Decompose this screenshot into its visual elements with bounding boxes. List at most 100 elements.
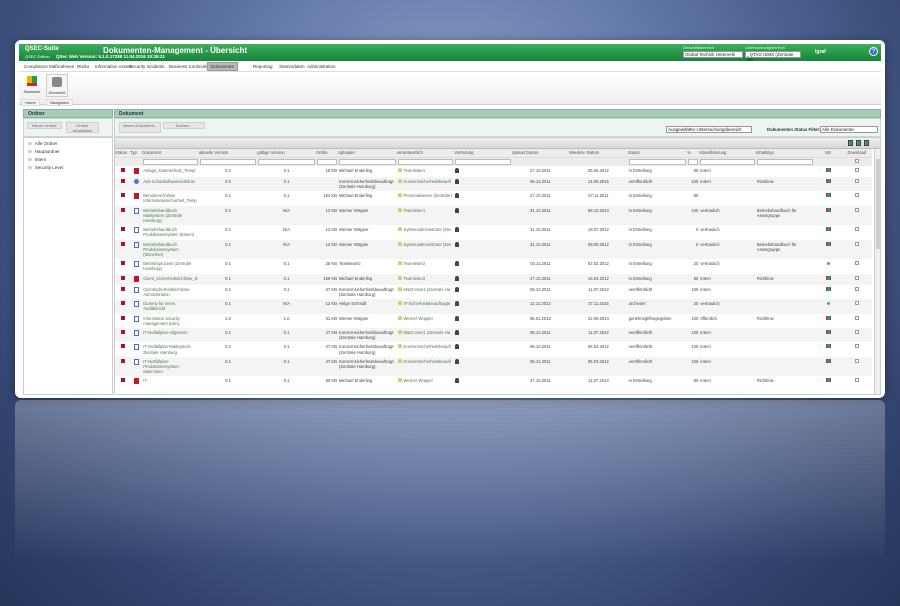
table-row[interactable]: Clientsicherheitsrichtlinie-Administrati… [115, 285, 872, 299]
responsible[interactable]: Teamleiter2 [397, 259, 455, 273]
responsible[interactable]: Teamleiter1 [397, 166, 455, 177]
download-checkbox[interactable] [854, 261, 859, 266]
new-folder-button[interactable]: Neuer Ordner [27, 122, 62, 129]
table-row[interactable]: IT-Notfallplan-Allgemein 0.1 0.1 27 KB Konze… [115, 327, 872, 343]
document-name[interactable]: Benutzerrichtlinie Informationssicherhei… [142, 191, 199, 205]
person-icon[interactable] [455, 329, 460, 335]
document-name[interactable]: Betriebshandbuch Produktionssystem (Münc… [142, 239, 199, 260]
column-filter-input[interactable] [143, 158, 198, 165]
download-checkbox[interactable] [854, 378, 859, 383]
column-filter-input[interactable] [756, 158, 814, 165]
download-checkbox[interactable] [854, 207, 859, 212]
person-icon[interactable] [455, 167, 460, 173]
download-checkbox[interactable] [854, 315, 859, 320]
responsible[interactable]: Konzernsicherheitsbeauft [396, 176, 455, 192]
column-filter-input[interactable] [397, 158, 454, 165]
responsible[interactable]: Personalwesen (Zentrale I [397, 191, 455, 205]
search-button[interactable]: Suchen... [163, 122, 205, 129]
menu-item-7[interactable]: Reporting [250, 63, 276, 70]
column-header[interactable]: Klassifizierung [699, 149, 756, 158]
person-icon[interactable] [455, 207, 460, 213]
menu-item-4[interactable]: Security Incidents [126, 63, 168, 70]
person-icon[interactable] [455, 286, 460, 292]
column-filter-input[interactable] [316, 158, 338, 165]
tree-item[interactable]: ⊞ Hauptordner [24, 149, 112, 157]
responsible[interactable]: Konzernsicherheitsbeauft [396, 356, 455, 377]
column-header[interactable]: Verantwortlich [396, 149, 455, 158]
download-checkbox[interactable] [854, 178, 859, 183]
download-checkbox[interactable] [854, 167, 859, 172]
uebersicht-button[interactable]: Übersicht [46, 74, 68, 97]
scrollbar-thumb[interactable] [876, 159, 880, 249]
menu-item-5[interactable]: Business Continuity [166, 63, 212, 70]
table-row[interactable]: IT- 0.1 0.1 50 KB Michael Enderling Werner Wü… [115, 376, 872, 387]
responsible[interactable]: Teamleiter1 [396, 205, 455, 226]
area-select[interactable]: Ausgewählter Untersuchungsbereich [666, 126, 752, 133]
table-row[interactable]: Information security management policy 1.… [115, 314, 872, 328]
table-row[interactable]: Betriebsprozess (Zentrale Hamburg) 0.1 0.1… [115, 259, 872, 273]
document-name[interactable]: IT-Notfallplan-Produktionssystem-Muenche… [142, 356, 199, 377]
select-all-checkbox[interactable] [854, 158, 859, 163]
menu-item-6[interactable]: Dokumente [207, 62, 239, 71]
help-icon[interactable]: ? [869, 47, 878, 56]
document-name[interactable]: IT-Notfallplan-Mailsystem-Zentrale Hambu… [142, 342, 199, 356]
person-icon[interactable] [455, 193, 460, 199]
person-icon[interactable] [455, 378, 460, 384]
responsible[interactable]: Systemadministrator (Zen [396, 239, 455, 260]
document-name[interactable]: Betriebsprozess (Zentrale Hamburg) [142, 259, 199, 273]
table-row[interactable]: Betriebshandbuch Produktionssystem (Esse… [115, 225, 872, 239]
ub-select[interactable]: _QTAG ISMS (Zentrale Ha [745, 51, 801, 62]
download-checkbox[interactable] [854, 286, 859, 291]
responsible[interactable]: Systemadministrator (Zen [397, 225, 455, 239]
column-header[interactable]: Status [627, 149, 688, 158]
refresh-icon[interactable] [864, 140, 869, 146]
table-row[interactable]: Benutzerrichtlinie Informationssicherhei… [115, 191, 872, 205]
document-name[interactable]: IT-Notfallplan-Allgemein [142, 327, 199, 343]
menu-item-1[interactable]: Maßnahmen [46, 63, 77, 70]
column-filter-input[interactable] [199, 158, 257, 165]
column-header[interactable]: aktuelle Version [198, 149, 258, 158]
person-icon[interactable] [455, 344, 460, 350]
column-header[interactable]: Inhaltstyp [755, 149, 815, 158]
column-filter-input[interactable] [628, 158, 687, 165]
expand-icon[interactable]: ⊞ [28, 165, 32, 170]
document-name[interactable]: Anti-Schadsoftwarerichtlinie [142, 176, 199, 192]
download-checkbox[interactable] [854, 301, 859, 306]
menu-item-9[interactable]: Administration [304, 63, 339, 70]
download-checkbox[interactable] [854, 358, 859, 363]
edit-folder-button[interactable]: Ordner bearbeiten [66, 122, 99, 133]
column-header[interactable]: UB [814, 149, 842, 158]
document-name[interactable]: Betriebshandbuch Mailsystem (Zentrale Ha… [142, 205, 199, 226]
responsible[interactable]: M&O-User1 (Zentrale Ha [397, 285, 455, 299]
export-excel-icon[interactable] [848, 140, 853, 146]
column-header[interactable]: Download [841, 149, 872, 158]
expand-icon[interactable]: ⊞ [28, 157, 32, 162]
column-filter-input[interactable] [258, 158, 315, 165]
column-filter-input[interactable] [455, 158, 511, 165]
tree-item[interactable]: ⊞ Alle Ordner [24, 141, 112, 149]
expand-icon[interactable]: ⊞ [28, 141, 32, 146]
gb-select[interactable]: Global Technik Unternehi [683, 51, 743, 58]
menu-item-2[interactable]: Risiko [74, 63, 92, 70]
column-header[interactable]: Wiederv.-Datum [569, 149, 628, 158]
document-name[interactable]: Clientsicherheitsrichtlinie-Administrati… [142, 285, 199, 299]
column-header[interactable]: gültige Version [257, 149, 316, 158]
document-name[interactable]: Information security management policy [142, 314, 199, 328]
person-icon[interactable] [455, 315, 460, 321]
startseite-button[interactable]: Startseite [21, 74, 43, 97]
responsible[interactable]: Werner Wüpper [397, 376, 455, 387]
document-name[interactable]: Dummy für einen Auditbericht [142, 299, 199, 314]
user-name[interactable]: lgraf [815, 49, 826, 55]
column-header[interactable]: Dokument [142, 149, 199, 158]
document-name[interactable]: IT- [142, 376, 199, 387]
table-row[interactable]: Dummy für einen Auditbericht 0.1 N/A 12 KB H… [115, 299, 872, 314]
table-row[interactable]: Betriebshandbuch Produktionssystem (Münc… [115, 239, 872, 260]
tree-item[interactable]: ⊞ Security Level [24, 165, 112, 173]
table-row[interactable]: IT-Notfallplan-Produktionssystem-Muenche… [115, 356, 872, 377]
table-row[interactable]: IT-Notfallplan-Mailsystem-Zentrale Hambu… [115, 342, 872, 356]
download-checkbox[interactable] [854, 329, 859, 334]
column-header[interactable]: Status [115, 149, 131, 158]
vertical-scrollbar[interactable] [874, 149, 880, 394]
person-icon[interactable] [455, 358, 460, 364]
document-name[interactable]: Client_Sicherheitsrichtlinie_D [142, 273, 199, 285]
